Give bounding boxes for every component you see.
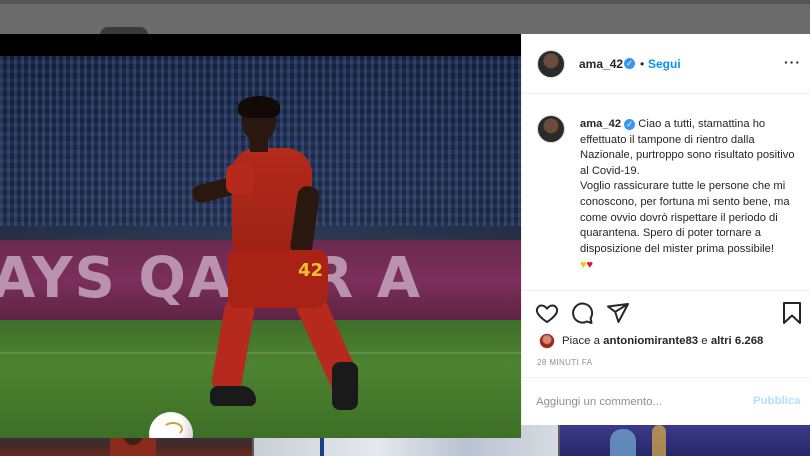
post-header: ama_42 ✓ • Segui ··· [522,34,810,94]
post-photo: AYS QATAR A 42 [0,56,521,438]
comment-box: Pubblica [522,377,810,425]
post-media: AYS QATAR A 42 [0,34,521,438]
post-actions: Piace a antoniomirante83 e altri 6.268 2… [522,290,810,390]
thumbnail-detail [652,425,666,456]
header-separator: • [640,57,645,71]
red-heart-icon: ♥ [586,259,594,272]
backdrop-top [0,0,810,35]
grid-thumbnail-3[interactable] [560,425,810,456]
caption-line-2: Voglio rassicurare tutte le persone che … [580,180,790,255]
likes-text: Piace a antoniomirante83 e altri 6.268 [562,335,763,347]
liker-username[interactable]: antoniomirante83 [603,335,698,347]
player-leg [210,298,256,394]
paper-plane-icon[interactable] [606,301,630,325]
caption-avatar[interactable] [537,115,565,143]
player-shoe [210,386,256,406]
player-shoe [332,362,358,410]
follow-button[interactable]: Segui [648,57,681,71]
bookmark-icon[interactable] [780,301,804,325]
publish-button[interactable]: Pubblica [753,395,800,407]
player-hair [238,96,280,118]
liker-avatar[interactable] [539,333,555,349]
likes-prefix: Piace a [562,335,600,347]
post-timestamp[interactable]: 28 MINUTI FA [537,358,592,367]
avatar[interactable] [537,50,565,78]
caption-text: ama_42 ✓ Ciao a tutti, stamattina ho eff… [580,117,806,274]
post-side-panel: ama_42 ✓ • Segui ··· ama_42 ✓ Ciao a tut… [521,34,810,425]
post-author-username[interactable]: ama_42 [579,57,623,71]
heart-icon[interactable] [535,301,559,325]
caption-username[interactable]: ama_42 [580,118,621,130]
likes-conjunction: e [701,335,708,347]
more-options-icon[interactable]: ··· [784,54,801,70]
player-sleeve [226,164,254,194]
verified-badge-icon: ✓ [624,58,635,69]
caption-emoji: ♥♥ [580,258,806,274]
player-figure: 42 [180,96,380,430]
backdrop-strip [0,0,810,4]
comment-bubble-icon[interactable] [570,301,594,325]
shirt-number: 42 [298,260,324,281]
caption-area: ama_42 ✓ Ciao a tutti, stamattina ho eff… [522,95,810,290]
thumbnail-detail [610,429,636,456]
verified-badge-icon: ✓ [624,119,636,130]
likes-count[interactable]: altri 6.268 [711,335,764,347]
comment-input[interactable] [536,392,746,412]
